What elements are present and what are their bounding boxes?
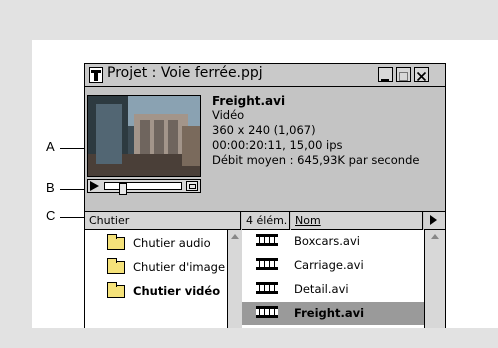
bin-column-header[interactable]: Chutier (85, 212, 241, 230)
list-item[interactable]: Detail.avi (242, 278, 424, 302)
folder-icon (107, 282, 125, 298)
item-count-header: 4 élém. (242, 212, 290, 230)
file-label: Detail.avi (294, 282, 349, 296)
film-icon (256, 282, 278, 294)
preview-data-rate: Débit moyen : 645,93K par seconde (212, 153, 420, 167)
name-column-header[interactable]: Nom (291, 212, 423, 230)
preview-duration: 00:00:20:11, 15,00 ips (212, 138, 343, 152)
list-item[interactable]: Carriage.avi (242, 254, 424, 278)
preview-file-name: Freight.avi (212, 94, 286, 108)
bin-column-label: Chutier (89, 214, 130, 227)
file-label: Freight.avi (294, 306, 365, 320)
bins-scrollbar[interactable] (227, 230, 243, 328)
preview-dimensions: 360 x 240 (1,067) (212, 123, 316, 137)
item-count-label: 4 élém. (246, 214, 288, 227)
preview-panel: Freight.avi Vidéo 360 x 240 (1,067) 00:0… (85, 87, 445, 212)
maximize-icon (399, 72, 408, 81)
film-icon (256, 234, 278, 246)
minimize-button[interactable] (378, 67, 393, 82)
playback-slider[interactable] (104, 182, 182, 195)
files-scrollbar[interactable] (424, 230, 445, 328)
film-icon (256, 306, 278, 318)
film-icon (256, 258, 278, 270)
title-bar[interactable]: Projet : Voie ferrée.ppj (85, 64, 445, 87)
bin-label: Chutier d'image (133, 260, 226, 274)
minimize-icon (381, 79, 389, 81)
callout-a: A (46, 139, 55, 154)
play-icon[interactable] (90, 181, 99, 191)
slider-handle[interactable] (119, 183, 127, 195)
list-item-selected[interactable]: Freight.avi (242, 302, 424, 326)
close-icon (416, 71, 427, 82)
scroll-up-icon[interactable] (428, 232, 442, 242)
file-label: Carriage.avi (294, 258, 364, 272)
callout-b: B (46, 180, 55, 195)
folder-icon (107, 234, 125, 250)
project-window: Projet : Voie ferrée.ppj Freight.avi Vid… (84, 63, 446, 328)
files-list: Boxcars.avi Carriage.avi Detail.avi Frei… (242, 230, 424, 328)
bin-label: Chutier audio (133, 236, 211, 250)
thumbnail-image (88, 96, 200, 176)
bins-list: Chutier audio Chutier d'image Chutier vi… (85, 230, 227, 328)
player-controls (87, 179, 201, 195)
poster-frame-button[interactable] (186, 181, 198, 191)
close-button[interactable] (414, 67, 429, 82)
column-scroll-button[interactable] (424, 212, 445, 230)
folder-icon (107, 258, 125, 274)
scroll-up-icon[interactable] (229, 232, 241, 242)
file-label: Boxcars.avi (294, 234, 360, 248)
video-thumbnail[interactable] (87, 95, 201, 177)
name-column-label: Nom (295, 214, 321, 227)
arrow-right-icon (430, 215, 437, 225)
window-title: Projet : Voie ferrée.ppj (107, 65, 263, 81)
project-file-icon (89, 67, 103, 83)
list-item[interactable]: Boxcars.avi (242, 230, 424, 254)
bin-label: Chutier vidéo (133, 284, 221, 298)
preview-media-type: Vidéo (212, 108, 245, 122)
maximize-button[interactable] (396, 67, 411, 82)
callout-c: C (46, 208, 56, 223)
